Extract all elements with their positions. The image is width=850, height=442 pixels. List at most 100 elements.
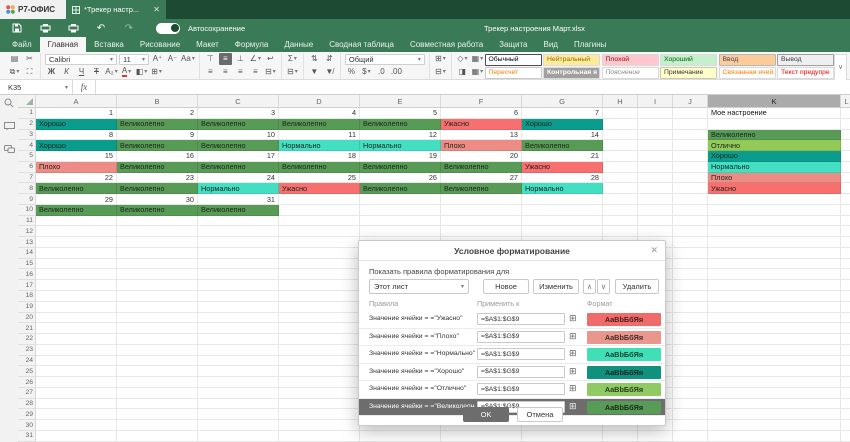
ribbon-tab[interactable]: Макет: [188, 37, 227, 52]
merge-cells-button[interactable]: ⊟▾: [264, 66, 277, 78]
grid-cell[interactable]: [638, 183, 673, 194]
grid-cell[interactable]: [841, 334, 850, 345]
row-header[interactable]: 2: [18, 119, 36, 130]
grid-cell[interactable]: [708, 259, 841, 270]
grid-cell[interactable]: [603, 205, 638, 216]
grid-cell[interactable]: [708, 377, 841, 388]
mood-cell[interactable]: Великолепно: [441, 183, 522, 194]
grid-cell[interactable]: [841, 237, 850, 248]
ribbon-tab[interactable]: Защита: [491, 37, 535, 52]
row-header[interactable]: 28: [18, 399, 36, 410]
mood-cell[interactable]: Великолепно: [360, 183, 441, 194]
grid-cell[interactable]: [36, 280, 117, 291]
grid-cell[interactable]: [673, 237, 708, 248]
grid-cell[interactable]: [117, 388, 198, 399]
grid-cell[interactable]: [198, 302, 279, 313]
grid-cell[interactable]: [673, 259, 708, 270]
column-header[interactable]: K: [708, 95, 841, 108]
row-header[interactable]: 20: [18, 313, 36, 324]
grid-cell[interactable]: [841, 431, 850, 442]
grid-cell[interactable]: [638, 226, 673, 237]
grid-cell[interactable]: [638, 140, 673, 151]
mood-cell[interactable]: Великолепно: [117, 140, 198, 151]
grid-cell[interactable]: [673, 162, 708, 173]
mood-cell[interactable]: Великолепно: [279, 119, 360, 130]
row-header[interactable]: 10: [18, 205, 36, 216]
mood-cell[interactable]: Плохо: [708, 173, 841, 184]
mood-cell[interactable]: Хорошо: [708, 151, 841, 162]
grid-cell[interactable]: [841, 216, 850, 227]
grid-cell[interactable]: [279, 291, 360, 302]
mood-cell[interactable]: Великолепно: [198, 140, 279, 151]
mood-cell[interactable]: Нормально: [522, 183, 603, 194]
grid-cell[interactable]: [117, 356, 198, 367]
grid-cell[interactable]: 19: [360, 151, 441, 162]
grid-cell[interactable]: [36, 313, 117, 324]
mood-cell[interactable]: Ужасно: [708, 183, 841, 194]
undo-button[interactable]: ↶: [94, 22, 108, 34]
styles-gallery-more-button[interactable]: ∨: [834, 54, 847, 81]
grid-cell[interactable]: [708, 420, 841, 431]
grid-cell[interactable]: [279, 377, 360, 388]
app-logo[interactable]: Р7-ОФИС: [0, 0, 66, 19]
row-header[interactable]: 25: [18, 366, 36, 377]
strikethrough-button[interactable]: Ŧ: [90, 66, 103, 78]
rule-row[interactable]: Значение ячейки = ="Отлично"=$A$1:$G$9⊞A…: [359, 381, 665, 399]
grid-cell[interactable]: [198, 259, 279, 270]
mood-cell[interactable]: Ужасно: [441, 119, 522, 130]
range-picker-icon[interactable]: ⊞: [569, 367, 577, 376]
grid-cell[interactable]: [36, 302, 117, 313]
cell-style-chip[interactable]: Текст предупре: [777, 67, 834, 79]
rule-range-input[interactable]: =$A$1:$G$9: [477, 383, 565, 395]
row-header[interactable]: 24: [18, 356, 36, 367]
grid-cell[interactable]: [638, 108, 673, 119]
rule-range-input[interactable]: =$A$1:$G$9: [477, 366, 565, 378]
grid-cell[interactable]: [708, 345, 841, 356]
grid-cell[interactable]: [198, 356, 279, 367]
ribbon-tab[interactable]: Файл: [4, 37, 40, 52]
row-header[interactable]: 1: [18, 108, 36, 119]
grid-cell[interactable]: [708, 237, 841, 248]
grid-cell[interactable]: [673, 431, 708, 442]
mood-cell[interactable]: Великолепно: [708, 130, 841, 141]
row-header[interactable]: 18: [18, 291, 36, 302]
column-header[interactable]: C: [198, 95, 279, 108]
comments-icon[interactable]: [4, 122, 15, 131]
grid-cell[interactable]: [360, 216, 441, 227]
grid-cell[interactable]: [841, 205, 850, 216]
copy-style-icon[interactable]: ⛶: [23, 66, 36, 78]
grid-cell[interactable]: [673, 151, 708, 162]
fill-button[interactable]: ⊟▾: [286, 66, 299, 78]
align-bottom-button[interactable]: ⊥: [234, 53, 247, 65]
underline-button[interactable]: Ч: [75, 66, 88, 78]
number-format-select[interactable]: Общий▾: [345, 54, 425, 65]
grid-cell[interactable]: [673, 409, 708, 420]
mood-cell[interactable]: Великолепно: [36, 205, 117, 216]
grid-cell[interactable]: [673, 248, 708, 259]
grid-cell[interactable]: [841, 162, 850, 173]
grid-cell[interactable]: [603, 119, 638, 130]
mood-cell[interactable]: Великолепно: [36, 183, 117, 194]
grid-cell[interactable]: [841, 226, 850, 237]
grid-cell[interactable]: 17: [198, 151, 279, 162]
change-case-icon[interactable]: Аа▾: [181, 53, 195, 65]
rule-row[interactable]: Значение ячейки = ="Хорошо"=$A$1:$G$9⊞Aa…: [359, 364, 665, 382]
grid-cell[interactable]: [673, 140, 708, 151]
grid-cell[interactable]: [279, 194, 360, 205]
row-header[interactable]: 13: [18, 237, 36, 248]
grid-cell[interactable]: [673, 334, 708, 345]
column-header[interactable]: J: [673, 95, 708, 108]
grid-cell[interactable]: [708, 366, 841, 377]
ribbon-tab[interactable]: Формула: [227, 37, 277, 52]
grid-cell[interactable]: [360, 431, 441, 442]
row-header[interactable]: 15: [18, 259, 36, 270]
move-rule-up-button[interactable]: ∧: [583, 279, 596, 294]
grid-cell[interactable]: [36, 216, 117, 227]
column-header[interactable]: I: [638, 95, 673, 108]
grid-cell[interactable]: [638, 119, 673, 130]
column-header[interactable]: H: [603, 95, 638, 108]
row-header[interactable]: 3: [18, 130, 36, 141]
paste-icon[interactable]: ▤: [8, 53, 21, 65]
grid-cell[interactable]: [117, 259, 198, 270]
cell-style-chip[interactable]: Пересчет: [485, 67, 542, 79]
